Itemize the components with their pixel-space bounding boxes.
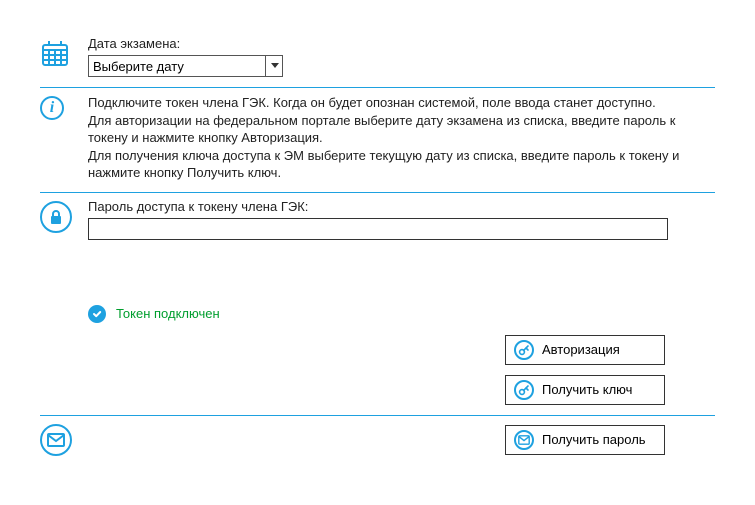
get-password-button[interactable]: Получить пароль [505, 425, 665, 455]
button-label: Получить ключ [542, 382, 632, 397]
info-text-line: Для получения ключа доступа к ЭМ выберит… [88, 147, 715, 182]
password-section: Пароль доступа к токену члена ГЭК: [40, 193, 715, 250]
lock-icon [40, 201, 72, 233]
button-label: Получить пароль [542, 432, 646, 447]
token-password-input[interactable] [88, 218, 668, 240]
password-label: Пароль доступа к токену члена ГЭК: [88, 199, 715, 214]
info-section: i Подключите токен члена ГЭК. Когда он б… [40, 88, 715, 192]
envelope-icon [40, 424, 72, 456]
envelope-icon [514, 430, 534, 450]
exam-date-label: Дата экзамена: [88, 36, 715, 51]
button-label: Авторизация [542, 342, 620, 357]
exam-date-select[interactable]: Выберите дату [88, 55, 283, 77]
calendar-icon [40, 38, 70, 68]
info-text-line: Подключите токен члена ГЭК. Когда он буд… [88, 94, 715, 112]
auth-button[interactable]: Авторизация [505, 335, 665, 365]
key-icon [514, 340, 534, 360]
token-status: Токен подключен [40, 305, 715, 323]
info-text-line: Для авторизации на федеральном портале в… [88, 112, 715, 147]
check-icon [88, 305, 106, 323]
info-icon: i [40, 96, 64, 120]
get-key-button[interactable]: Получить ключ [505, 375, 665, 405]
exam-date-section: Дата экзамена: Выберите дату [40, 30, 715, 87]
key-icon [514, 380, 534, 400]
token-status-text: Токен подключен [116, 306, 220, 321]
